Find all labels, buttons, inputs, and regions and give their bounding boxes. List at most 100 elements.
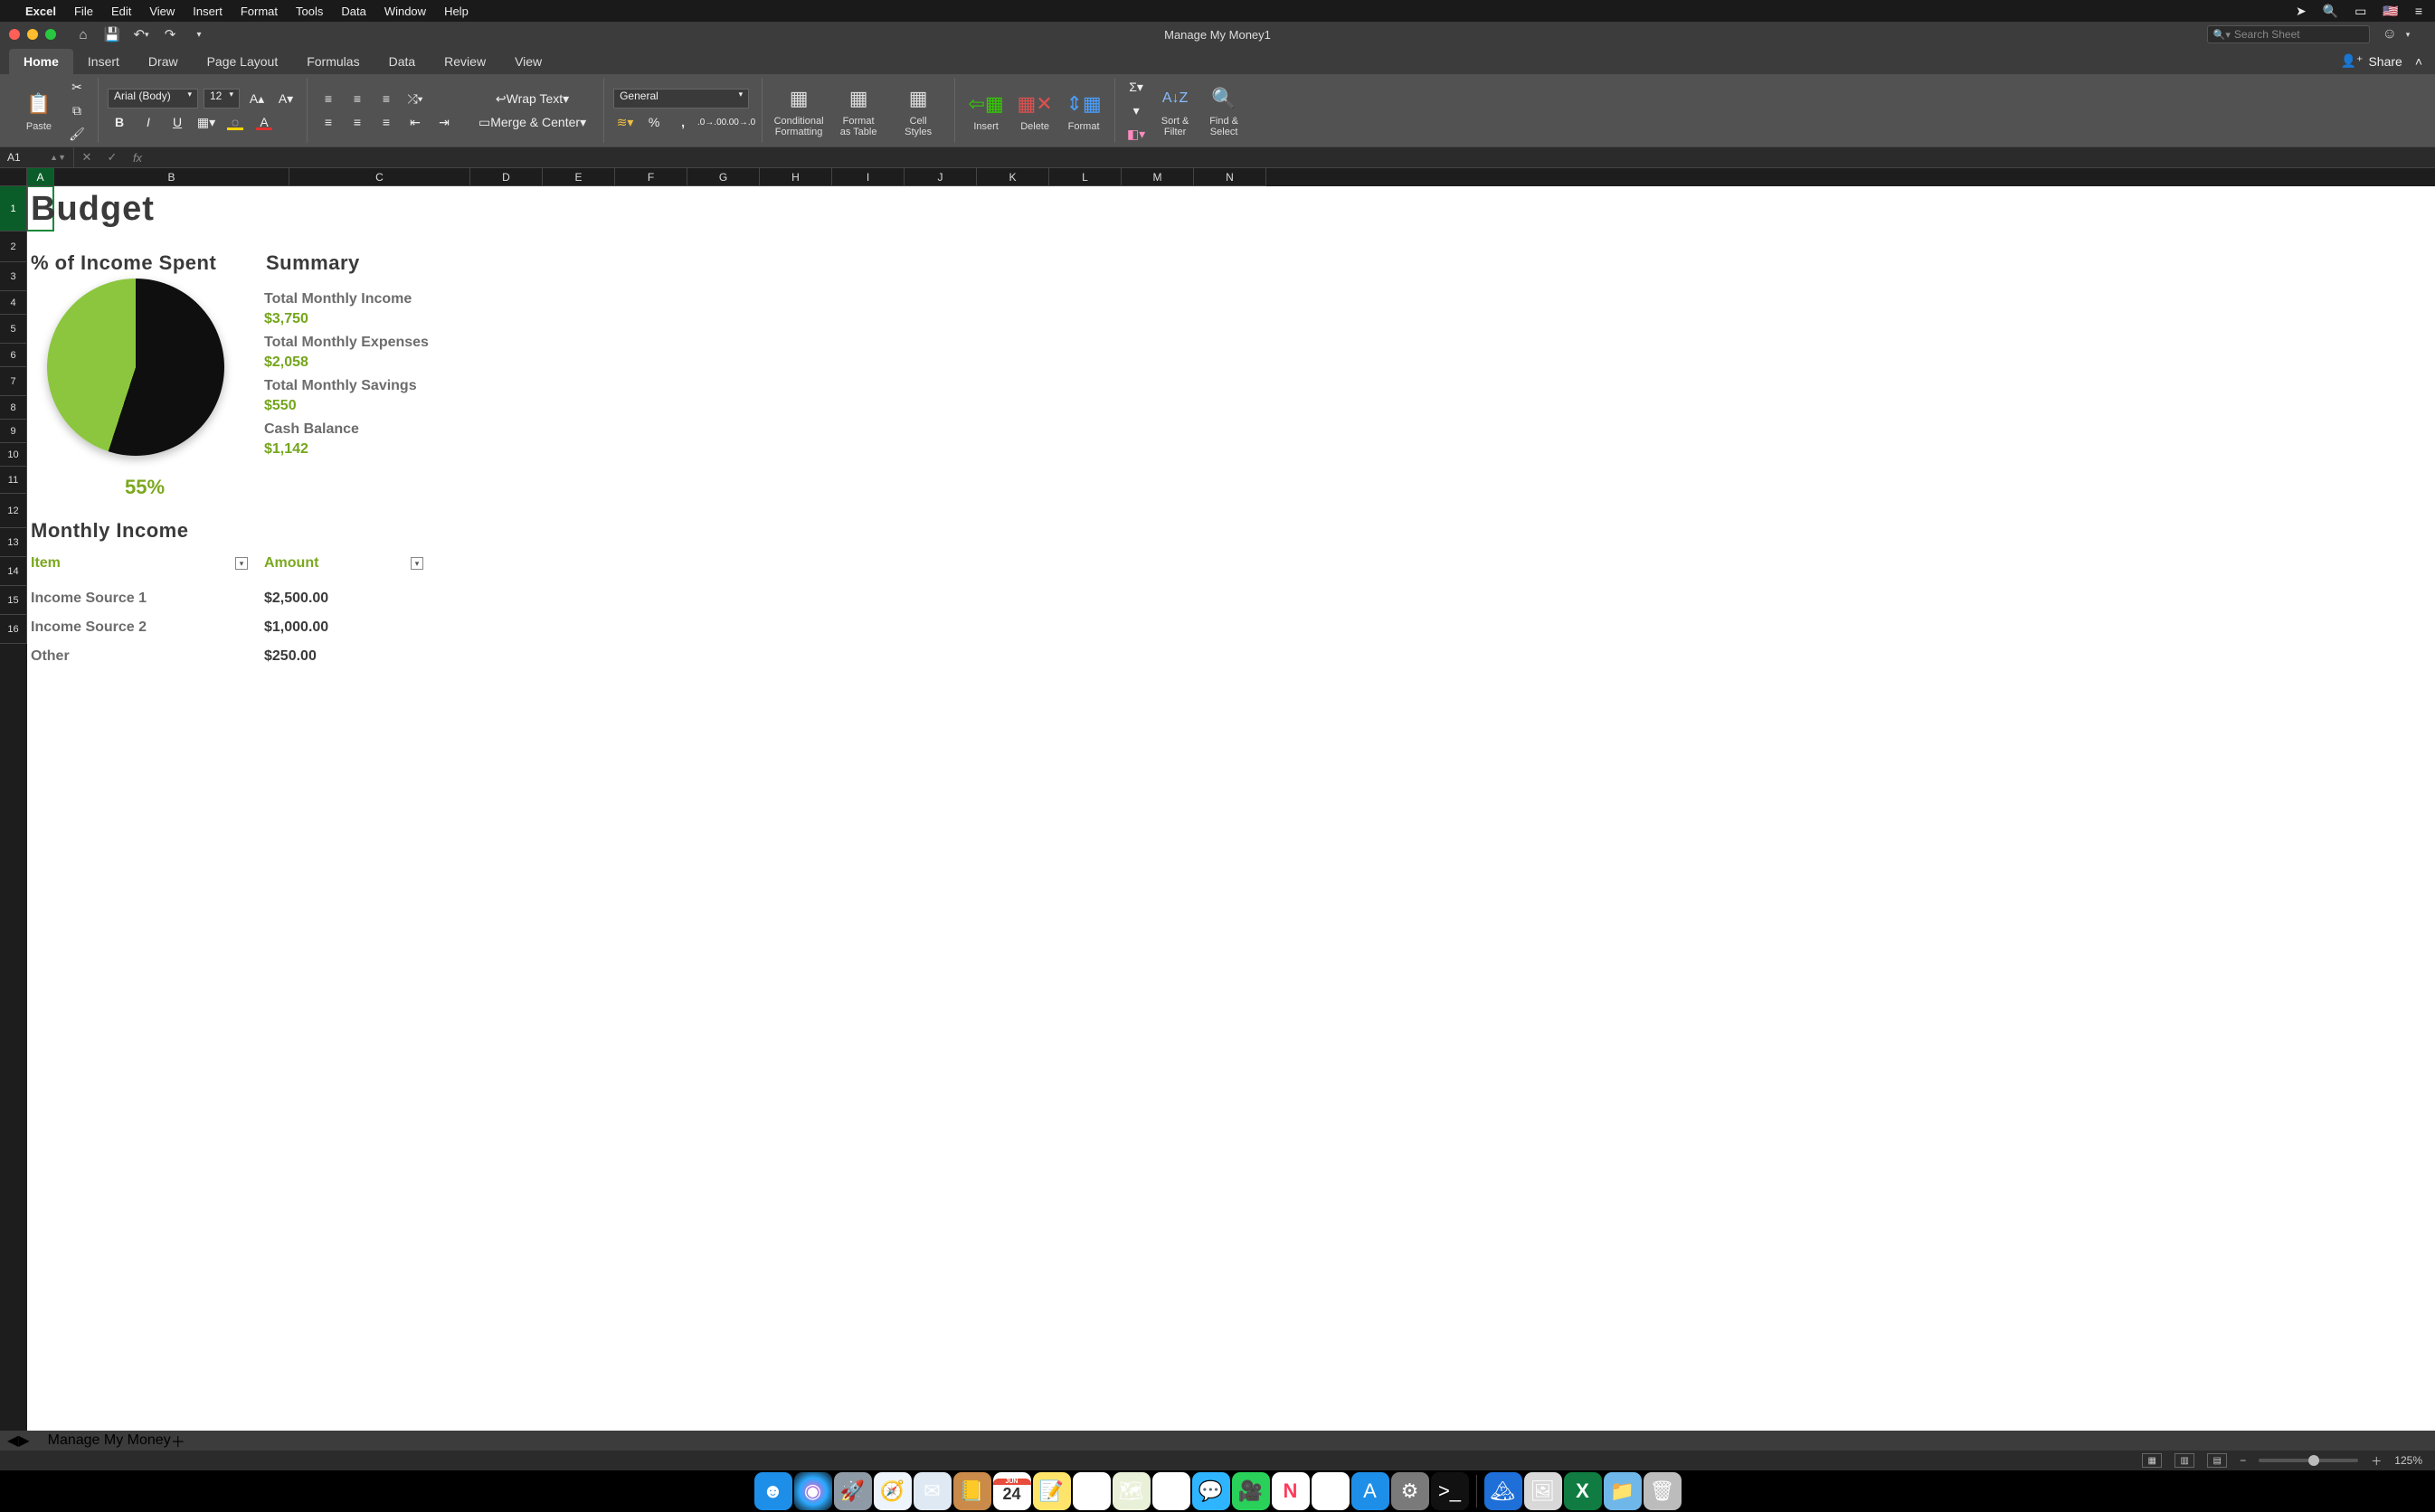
format-as-table-button[interactable]: ▦Format as Table bbox=[831, 78, 886, 143]
dock-contacts-icon[interactable]: 📒 bbox=[953, 1472, 991, 1510]
font-color-button[interactable]: A bbox=[252, 112, 276, 132]
view-page-break-icon[interactable]: ▤ bbox=[2207, 1453, 2227, 1468]
dock-appstore-icon[interactable]: A bbox=[1351, 1472, 1389, 1510]
redo-icon[interactable]: ↷ bbox=[159, 24, 181, 44]
control-center-icon[interactable]: ≡ bbox=[2415, 4, 2422, 18]
increase-decimal-icon[interactable]: .0→.00 bbox=[700, 112, 724, 132]
copy-icon[interactable]: ⧉ bbox=[65, 100, 89, 120]
cell-styles-button[interactable]: ▦Cell Styles bbox=[891, 78, 945, 143]
dock-facetime-icon[interactable]: 🎥 bbox=[1232, 1472, 1270, 1510]
menu-help[interactable]: Help bbox=[444, 5, 469, 18]
zoom-slider[interactable] bbox=[2259, 1459, 2358, 1462]
col-header-B[interactable]: B bbox=[54, 168, 289, 186]
dock-safari-icon[interactable]: 🧭 bbox=[874, 1472, 912, 1510]
paste-button[interactable]: 📋 Paste bbox=[18, 78, 60, 143]
row-header-2[interactable]: 2 bbox=[0, 232, 27, 262]
align-bottom-icon[interactable]: ≡ bbox=[374, 89, 398, 109]
dock-excel-icon[interactable]: X bbox=[1564, 1472, 1602, 1510]
zoom-button[interactable] bbox=[45, 29, 56, 40]
col-header-H[interactable]: H bbox=[760, 168, 832, 186]
col-header-E[interactable]: E bbox=[543, 168, 615, 186]
row-header-12[interactable]: 12 bbox=[0, 494, 27, 528]
row-header-4[interactable]: 4 bbox=[0, 291, 27, 315]
close-button[interactable] bbox=[9, 29, 20, 40]
col-header-N[interactable]: N bbox=[1194, 168, 1266, 186]
add-sheet-button[interactable]: ＋ bbox=[171, 1430, 185, 1451]
dock-terminal-icon[interactable]: >_ bbox=[1431, 1472, 1469, 1510]
row-header-6[interactable]: 6 bbox=[0, 344, 27, 367]
col-header-K[interactable]: K bbox=[977, 168, 1049, 186]
feedback-more-icon[interactable]: ▾ bbox=[2397, 24, 2419, 44]
decrease-decimal-icon[interactable]: .00→.0 bbox=[729, 112, 753, 132]
minimize-button[interactable] bbox=[27, 29, 38, 40]
menu-format[interactable]: Format bbox=[241, 5, 278, 18]
zoom-out-button[interactable]: − bbox=[2240, 1454, 2246, 1467]
filter-item-icon[interactable]: ▾ bbox=[235, 557, 248, 570]
menu-data[interactable]: Data bbox=[341, 5, 365, 18]
row-header-8[interactable]: 8 bbox=[0, 396, 27, 420]
cut-icon[interactable]: ✂ bbox=[65, 77, 89, 97]
decrease-indent-icon[interactable]: ⇤ bbox=[403, 112, 427, 132]
dock-itunes-icon[interactable]: ♫ bbox=[1312, 1472, 1350, 1510]
format-cells-button[interactable]: ⇕▦Format bbox=[1062, 78, 1105, 143]
border-button[interactable]: ▦▾ bbox=[194, 112, 218, 132]
dock-downloads-icon[interactable]: 📁 bbox=[1604, 1472, 1642, 1510]
tab-data[interactable]: Data bbox=[374, 49, 431, 74]
col-header-I[interactable]: I bbox=[832, 168, 905, 186]
menu-tools[interactable]: Tools bbox=[296, 5, 323, 18]
col-header-G[interactable]: G bbox=[687, 168, 760, 186]
merge-center-button[interactable]: ▭ Merge & Center ▾ bbox=[470, 112, 594, 132]
col-header-D[interactable]: D bbox=[470, 168, 543, 186]
tab-review[interactable]: Review bbox=[430, 49, 500, 74]
increase-indent-icon[interactable]: ⇥ bbox=[432, 112, 456, 132]
clear-icon[interactable]: ◧▾ bbox=[1124, 124, 1148, 144]
formula-input[interactable] bbox=[150, 147, 2435, 167]
share-button[interactable]: 👤⁺ Share ˄ bbox=[2328, 48, 2435, 74]
screen-mirror-icon[interactable]: ▭ bbox=[2354, 4, 2366, 19]
collapse-ribbon-icon[interactable]: ˄ bbox=[2415, 54, 2422, 69]
italic-button[interactable]: I bbox=[137, 112, 160, 132]
row-header-1[interactable]: 1 bbox=[0, 186, 27, 232]
spotlight-icon[interactable]: 🔍 bbox=[2323, 4, 2338, 19]
decrease-font-icon[interactable]: A▾ bbox=[274, 89, 298, 109]
col-header-L[interactable]: L bbox=[1049, 168, 1122, 186]
dock-preview-icon[interactable]: 🖼 bbox=[1524, 1472, 1562, 1510]
menu-insert[interactable]: Insert bbox=[193, 5, 223, 18]
row-header-5[interactable]: 5 bbox=[0, 315, 27, 344]
sheet-nav-prev-icon[interactable]: ◀ bbox=[7, 1432, 18, 1450]
dock-acorn-icon[interactable]: 🏔 bbox=[1484, 1472, 1522, 1510]
row-header-9[interactable]: 9 bbox=[0, 420, 27, 443]
tab-view[interactable]: View bbox=[500, 49, 556, 74]
percent-icon[interactable]: % bbox=[642, 112, 666, 132]
row-header-15[interactable]: 15 bbox=[0, 586, 27, 615]
row-header-10[interactable]: 10 bbox=[0, 443, 27, 467]
save-icon[interactable]: 💾 bbox=[101, 24, 123, 44]
dock-news-icon[interactable]: N bbox=[1272, 1472, 1310, 1510]
align-center-icon[interactable]: ≡ bbox=[346, 112, 369, 132]
search-sheet-input[interactable]: 🔍▾ Search Sheet bbox=[2207, 25, 2370, 43]
increase-font-icon[interactable]: A▴ bbox=[245, 89, 269, 109]
menu-edit[interactable]: Edit bbox=[111, 5, 131, 18]
align-right-icon[interactable]: ≡ bbox=[374, 112, 398, 132]
flag-us-icon[interactable]: 🇺🇸 bbox=[2383, 4, 2398, 19]
name-box-dropdown-icon[interactable]: ▲▼ bbox=[50, 153, 66, 162]
sheet-nav-next-icon[interactable]: ▶ bbox=[18, 1432, 29, 1450]
feedback-smile-icon[interactable]: ☺ bbox=[2383, 26, 2397, 43]
tab-formulas[interactable]: Formulas bbox=[292, 49, 374, 74]
format-painter-icon[interactable]: 🖌 bbox=[65, 124, 89, 144]
zoom-in-button[interactable]: ＋ bbox=[2371, 1453, 2382, 1469]
bold-button[interactable]: B bbox=[108, 112, 131, 132]
align-middle-icon[interactable]: ≡ bbox=[346, 89, 369, 109]
dock-maps-icon[interactable]: 🗺 bbox=[1113, 1472, 1151, 1510]
name-box[interactable]: A1 ▲▼ bbox=[0, 147, 74, 167]
currency-icon[interactable]: ≋▾ bbox=[613, 112, 637, 132]
col-header-M[interactable]: M bbox=[1122, 168, 1194, 186]
cancel-formula-icon[interactable]: ✕ bbox=[74, 147, 99, 167]
number-format-select[interactable]: General▾ bbox=[613, 89, 749, 109]
autosum-icon[interactable]: Σ▾ bbox=[1124, 77, 1148, 97]
col-header-J[interactable]: J bbox=[905, 168, 977, 186]
app-menu[interactable]: Excel bbox=[25, 5, 56, 18]
fill-color-button[interactable]: ◌ bbox=[223, 112, 247, 132]
dock-launchpad-icon[interactable]: 🚀 bbox=[834, 1472, 872, 1510]
row-header-7[interactable]: 7 bbox=[0, 367, 27, 396]
